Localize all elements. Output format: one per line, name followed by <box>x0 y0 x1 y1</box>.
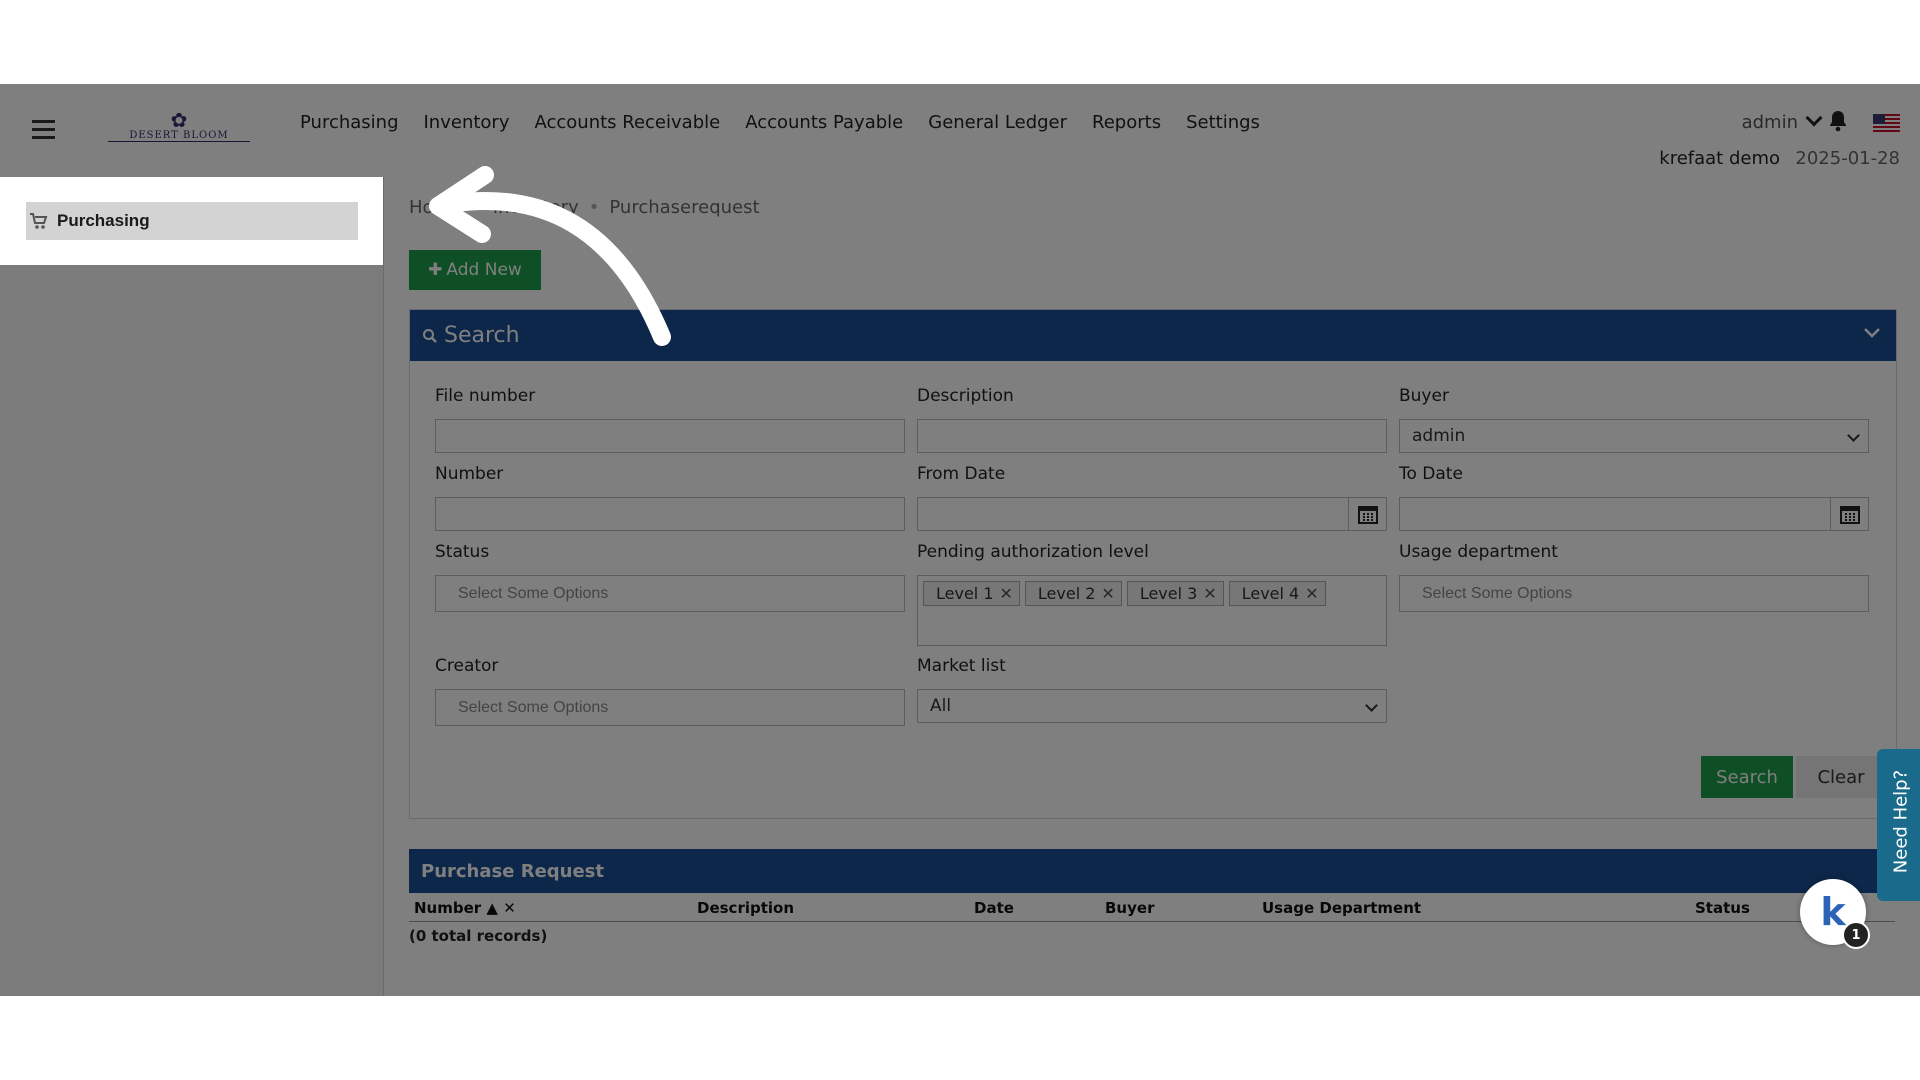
tutorial-arrow-icon <box>429 166 671 346</box>
notification-badge: 1 <box>1842 921 1870 949</box>
need-help-tab[interactable]: Need Help? <box>1877 749 1920 901</box>
chatbot-logo: k <box>1820 890 1846 934</box>
app-frame: ✿ DESERT BLOOM Purchasing Inventory Acco… <box>0 84 1920 996</box>
need-help-label: Need Help? <box>1890 769 1912 874</box>
chatbot-button[interactable]: k1 <box>1800 879 1870 949</box>
